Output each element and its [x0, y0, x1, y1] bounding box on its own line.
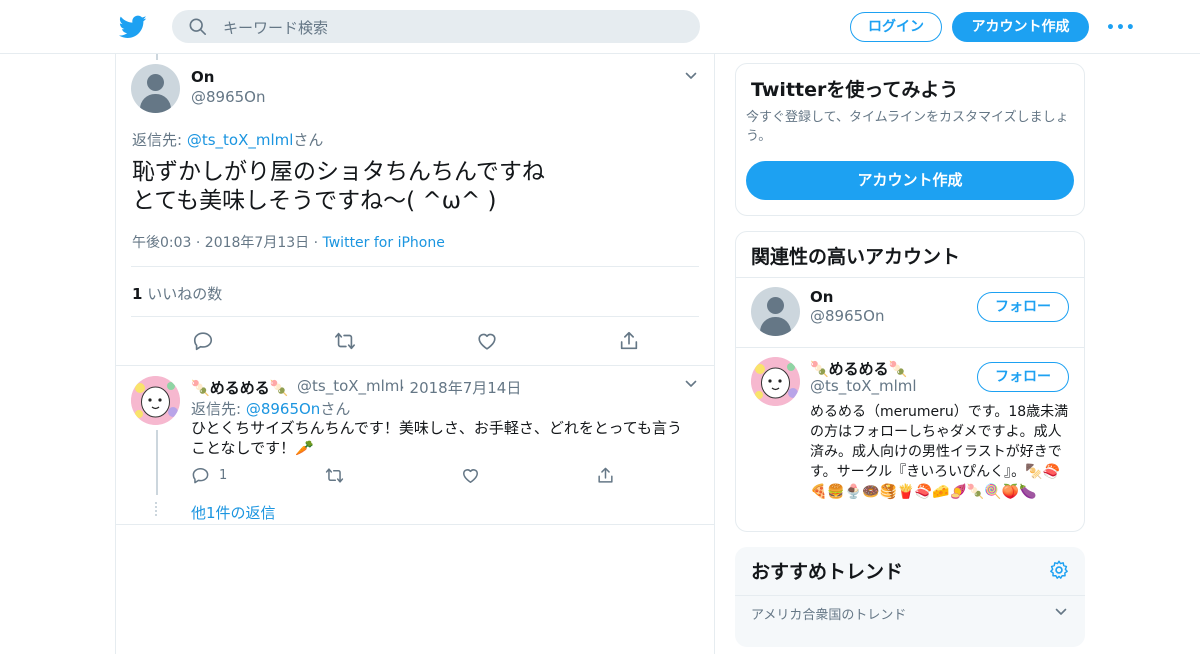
divider — [736, 277, 1084, 278]
face-illustration-icon — [131, 376, 180, 425]
tweet-text-line: 恥ずかしがり屋のショタちんちんですね — [132, 159, 545, 185]
name-emoji: 🍡 — [191, 379, 210, 397]
tweet-separator — [116, 524, 714, 525]
thread-connector-line — [156, 430, 158, 495]
reply-to-suffix: さん — [293, 131, 324, 149]
signup-promo-card: Twitterを使ってみよう 今すぐ登録して、タイムラインをカスタマイズしましょ… — [735, 63, 1085, 216]
chevron-down-icon[interactable] — [685, 378, 697, 390]
reply-to-prefix: 返信先: — [191, 400, 246, 418]
gear-icon[interactable] — [1048, 559, 1070, 581]
avatar[interactable] — [131, 64, 180, 113]
main-timeline-column: On @8965On 返信先: @ts_toX_mlmlさん 恥ずかしがり屋のシ… — [115, 54, 715, 654]
divider — [131, 316, 699, 317]
tweet-client-link[interactable]: Twitter for iPhone — [323, 235, 445, 251]
thread-connector-line — [156, 54, 158, 60]
like-count-number: 1 — [132, 285, 143, 303]
trends-card: おすすめトレンド アメリカ合衆国のトレンド — [735, 547, 1085, 647]
chevron-down-icon[interactable] — [1055, 606, 1067, 618]
reply-author-name[interactable]: 🍡めるめる🍡 — [191, 377, 288, 398]
signup-button[interactable]: アカウント作成 — [952, 12, 1089, 42]
reply-to-prefix: 返信先: — [132, 131, 187, 149]
card-title: 関連性の高いアカウント — [751, 246, 961, 268]
thread-dotted-line — [155, 502, 158, 516]
tweet-text: 恥ずかしがり屋のショタちんちんですね とても美味しそうですね〜( ^ω^ ) — [132, 158, 692, 216]
tweet-separator — [116, 365, 714, 366]
trends-region-label: アメリカ合衆国のトレンド — [751, 608, 907, 623]
tweet-author-handle[interactable]: @8965On — [191, 88, 266, 106]
login-button[interactable]: ログイン — [850, 12, 942, 42]
account-handle[interactable]: @ts_toX_mlml — [810, 377, 917, 395]
related-accounts-card: 関連性の高いアカウント On @8965On フォロー 🍡めるめる🍡 @ts_t… — [735, 231, 1085, 532]
retweet-icon[interactable] — [325, 466, 344, 485]
account-handle[interactable]: @8965On — [810, 307, 885, 325]
account-bio: めるめる（merumeru）です。18歳未満の方はフォローしちゃダメですよ。成人… — [810, 404, 1069, 500]
name-emoji: 🍡 — [269, 379, 289, 397]
show-more-replies-link[interactable]: 他1件の返信 — [191, 502, 276, 523]
avatar[interactable] — [131, 376, 180, 425]
reply-icon[interactable] — [191, 466, 210, 485]
follow-button[interactable]: フォロー — [977, 362, 1069, 392]
retweet-icon[interactable] — [334, 330, 356, 352]
reply-to-handle-link[interactable]: @8965On — [246, 400, 321, 418]
search-placeholder: キーワード検索 — [223, 19, 329, 37]
reply-to-line: 返信先: @8965Onさん — [191, 398, 350, 419]
divider — [736, 347, 1084, 348]
card-title: Twitterを使ってみよう — [751, 79, 959, 101]
card-title: おすすめトレンド — [751, 561, 904, 583]
card-subtitle: 今すぐ登録して、タイムラインをカスタマイズしましょう。 — [746, 110, 1069, 144]
twitter-bird-logo-icon[interactable] — [119, 13, 147, 41]
share-icon[interactable] — [596, 466, 615, 485]
heart-icon[interactable] — [461, 466, 480, 485]
share-icon[interactable] — [618, 330, 640, 352]
follow-button[interactable]: フォロー — [977, 292, 1069, 322]
tweet-timestamp[interactable]: 午後0:03 · 2018年7月13日 · — [132, 235, 323, 251]
search-icon — [189, 18, 207, 36]
heart-icon[interactable] — [476, 330, 498, 352]
more-options-icon[interactable]: ••• — [1106, 20, 1135, 36]
tweet-text-line: とても美味しそうですね〜( ^ω^ ) — [132, 188, 497, 214]
reply-text: ひとくちサイズちんちんです！美味しさ、お手軽さ、どれをとっても言うことなしです！… — [191, 419, 682, 457]
tweet-metadata: 午後0:03 · 2018年7月13日 · Twitter for iPhone — [132, 232, 445, 252]
reply-count: 1 — [219, 468, 228, 483]
divider — [735, 595, 1085, 596]
signup-button[interactable]: アカウント作成 — [746, 161, 1074, 200]
reply-date[interactable]: · 2018年7月14日 — [400, 377, 521, 398]
reply-author-name-text: めるめる — [209, 379, 270, 397]
reply-author-handle[interactable]: @ts_toX_mlml — [297, 377, 404, 395]
reply-to-line: 返信先: @ts_toX_mlmlさん — [132, 129, 323, 150]
top-navigation-bar: キーワード検索 ログイン アカウント作成 ••• — [0, 0, 1200, 54]
reply-to-suffix: さん — [320, 400, 351, 418]
like-count[interactable]: 1 いいねの数 — [132, 283, 222, 304]
account-name[interactable]: 🍡めるめる🍡 — [810, 358, 907, 379]
divider — [131, 266, 699, 267]
account-name[interactable]: On — [810, 288, 833, 306]
tweet-author-name[interactable]: On — [191, 68, 214, 86]
avatar[interactable] — [751, 357, 800, 406]
chevron-down-icon[interactable] — [685, 70, 697, 82]
face-illustration-icon — [751, 357, 800, 406]
reply-icon[interactable] — [192, 330, 214, 352]
like-count-label: いいねの数 — [142, 285, 223, 303]
avatar[interactable] — [751, 287, 800, 336]
search-box[interactable]: キーワード検索 — [172, 10, 700, 43]
reply-to-handle-link[interactable]: @ts_toX_mlml — [187, 131, 294, 149]
